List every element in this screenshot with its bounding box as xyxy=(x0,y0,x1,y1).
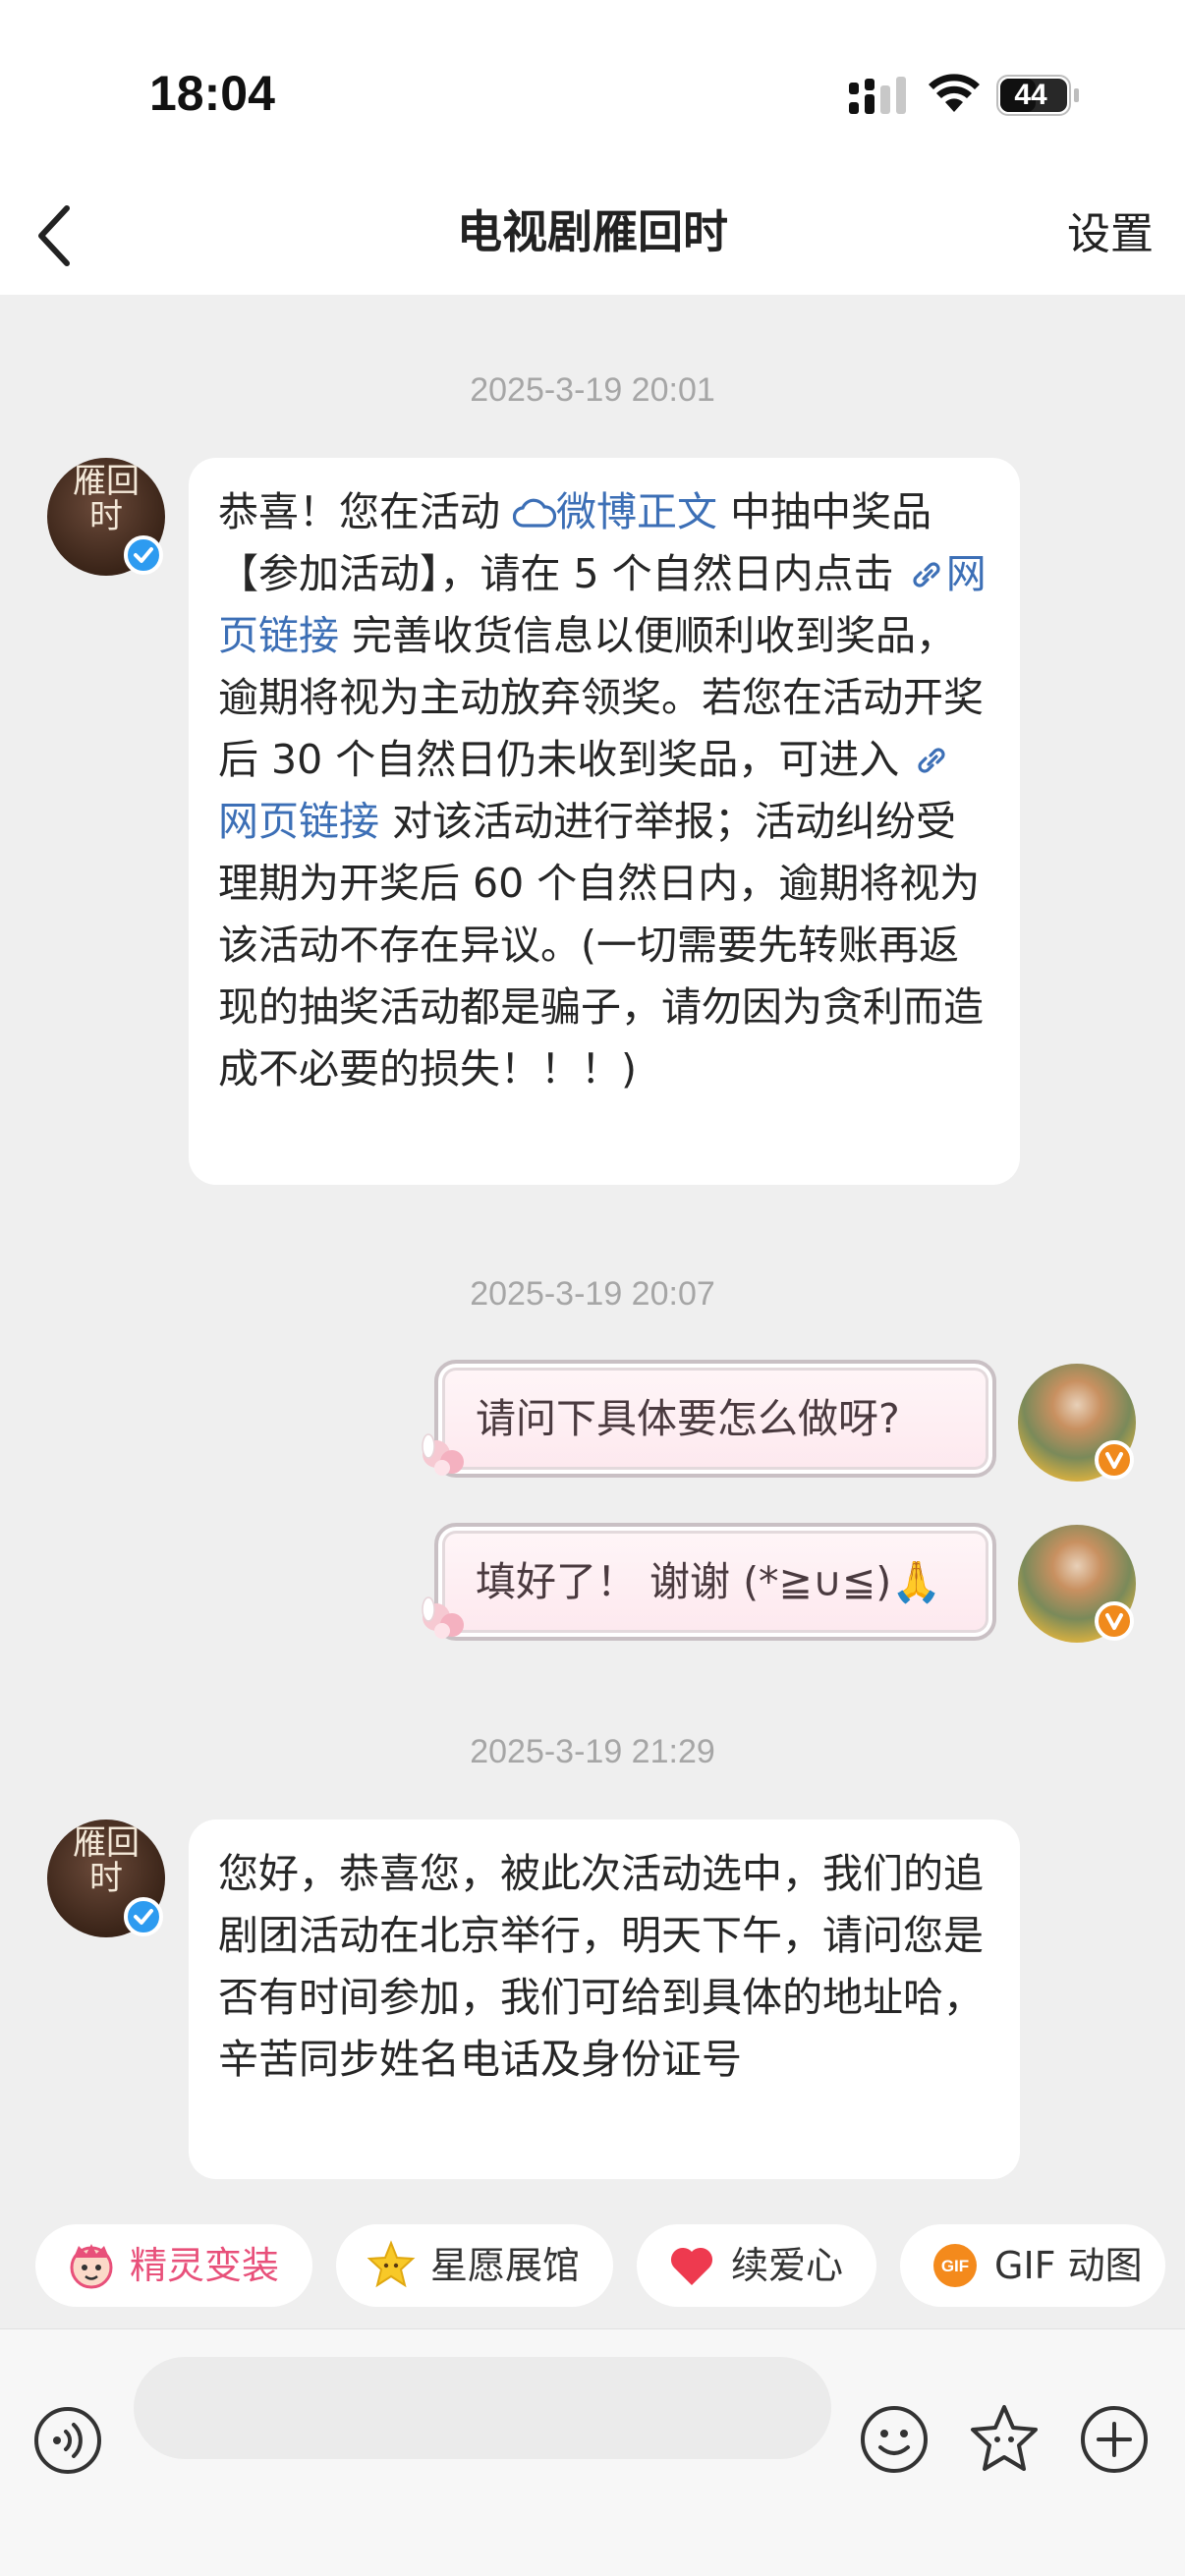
quick-action-label: GIF 动图 xyxy=(994,2244,1143,2287)
gif-icon: GIF xyxy=(933,2244,977,2287)
outgoing-message-bubble: 填好了！ 谢谢 (*≧∪≦)🙏 xyxy=(434,1523,996,1641)
message-text: 恭喜！您在活动 xyxy=(218,488,514,535)
user-badge-icon xyxy=(1095,1601,1134,1641)
incoming-message-bubble: 恭喜！您在活动 微博正文 中抽中奖品【参加活动】，请在 5 个自然日内点击 网页… xyxy=(189,458,1020,1185)
svg-text:GIF: GIF xyxy=(941,2257,969,2275)
weibo-post-link[interactable]: 微博正文 xyxy=(513,488,717,535)
wifi-icon xyxy=(929,74,980,112)
message-timestamp: 2025-3-19 21:29 xyxy=(470,1733,715,1770)
add-more-icon[interactable] xyxy=(1079,2404,1150,2475)
sprite-face-icon xyxy=(70,2244,113,2289)
user-badge-icon xyxy=(1095,1440,1134,1480)
status-time: 18:04 xyxy=(149,66,275,121)
quick-actions-bar: 精灵变装 星愿展馆 续爱心 GIF GIF 动图 xyxy=(0,2212,1185,2326)
link-icon xyxy=(913,562,940,588)
flower-decoration-icon xyxy=(422,1433,464,1476)
quick-action-sprite-costume[interactable]: 精灵变装 xyxy=(35,2224,312,2307)
battery-level: 44 xyxy=(1014,79,1047,111)
quick-action-label: 星愿展馆 xyxy=(430,2244,581,2287)
page-title: 电视剧雁回时 xyxy=(457,205,728,258)
emoji-icon[interactable] xyxy=(859,2404,930,2475)
avatar-brand-text: 雁回时 xyxy=(73,1823,140,1898)
nav-bar: 电视剧雁回时 设置 xyxy=(0,177,1185,295)
heart-icon xyxy=(670,2247,713,2285)
message-text: 您好，恭喜您，被此次活动选中，我们的追剧团活动在北京举行，明天下午，请问您是否有… xyxy=(218,1850,984,2083)
avatar-brand-text: 雁回时 xyxy=(73,462,140,536)
input-bar xyxy=(0,2328,1185,2576)
weibo-post-link-label: 微博正文 xyxy=(556,488,718,535)
link-icon xyxy=(918,748,945,773)
star-face-icon xyxy=(367,2240,416,2288)
cloud-icon xyxy=(513,498,557,528)
message-text: 填好了！ 谢谢 (*≧∪≦)🙏 xyxy=(476,1558,942,1605)
message-text: 请问下具体要怎么做呀? xyxy=(476,1395,900,1442)
quick-action-label: 精灵变装 xyxy=(130,2244,280,2287)
verified-badge-icon xyxy=(124,535,163,575)
incoming-message-bubble: 您好，恭喜您，被此次活动选中，我们的追剧团活动在北京举行，明天下午，请问您是否有… xyxy=(189,1820,1020,2179)
settings-button[interactable]: 设置 xyxy=(1067,177,1154,295)
status-bar: 18:04 44 xyxy=(0,0,1185,177)
message-timestamp: 2025-3-19 20:07 xyxy=(470,1275,715,1313)
flower-decoration-icon xyxy=(422,1596,464,1639)
web-link-label: 网页链接 xyxy=(218,798,379,845)
verified-badge-icon xyxy=(124,1897,163,1936)
quick-action-renew-love[interactable]: 续爱心 xyxy=(637,2224,876,2307)
quick-action-gif[interactable]: GIF GIF 动图 xyxy=(900,2224,1165,2307)
voice-input-icon[interactable] xyxy=(33,2406,102,2475)
quick-action-wish-gallery[interactable]: 星愿展馆 xyxy=(336,2224,613,2307)
message-timestamp: 2025-3-19 20:01 xyxy=(470,371,715,409)
star-sticker-icon[interactable] xyxy=(967,2402,1042,2477)
message-input[interactable] xyxy=(134,2357,831,2459)
outgoing-message-bubble: 请问下具体要怎么做呀? xyxy=(434,1360,996,1478)
cellular-signal-icon xyxy=(849,77,906,114)
quick-action-label: 续爱心 xyxy=(731,2244,844,2287)
